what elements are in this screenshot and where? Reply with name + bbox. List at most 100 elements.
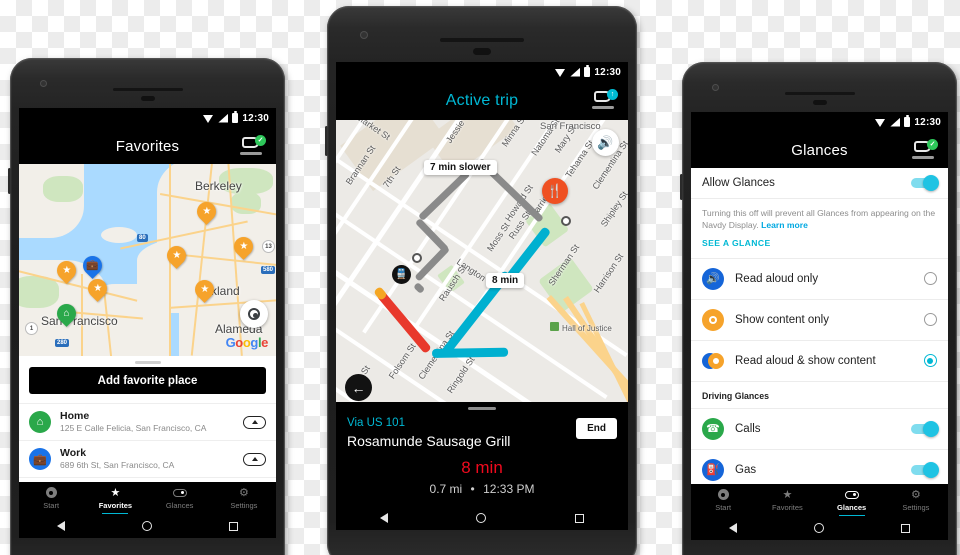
home-icon[interactable]	[141, 521, 152, 531]
home-icon[interactable]	[476, 513, 487, 523]
navdy-display-icon[interactable]: ✓	[240, 135, 266, 156]
list-item[interactable]: ⌂ Home 125 E Calle Felicia, San Francisc…	[19, 403, 276, 440]
start-icon	[45, 487, 57, 499]
route-alternate	[413, 282, 426, 294]
highway-shield: 13	[262, 240, 275, 253]
allow-glances-row[interactable]: Allow Glances	[691, 168, 948, 199]
allow-glances-toggle[interactable]	[911, 175, 939, 191]
app-bar-active-trip: Active trip ↑	[336, 82, 628, 120]
my-location-button[interactable]	[240, 300, 268, 328]
read-aloud-icon: 🔊	[702, 267, 724, 290]
place-label: San Francisco	[540, 121, 601, 132]
start-icon	[717, 489, 729, 501]
wifi-icon	[875, 118, 886, 127]
mode-row-show-content-only[interactable]: Show content only	[691, 300, 948, 341]
transit-icon[interactable]: 🚆	[392, 265, 411, 284]
mode-radio[interactable]	[924, 272, 937, 286]
home-icon[interactable]	[813, 523, 824, 533]
mode-radio[interactable]	[924, 313, 937, 327]
tab-favorites[interactable]: ★ Favorites	[755, 489, 819, 512]
list-item[interactable]: 💼 Work 689 6th St, San Francisco, CA	[19, 440, 276, 477]
favorite-address: 689 6th St, San Francisco, CA	[60, 460, 175, 471]
status-badge: ↑	[607, 89, 618, 100]
tab-settings[interactable]: ⚙ Settings	[884, 489, 948, 512]
phone-side-button[interactable]	[8, 168, 11, 194]
favorites-map[interactable]: Berkeley Oakland San Francisco Alameda 8…	[19, 164, 276, 356]
proximity-sensor-icon	[140, 96, 155, 101]
street-label: Tehama St	[563, 138, 596, 180]
glance-icon	[844, 489, 859, 501]
learn-more-link[interactable]: Learn more	[761, 220, 808, 230]
route-destination-dot	[561, 216, 571, 226]
trip-details: 0.7 mi • 12:33 PM	[336, 482, 628, 496]
tab-label: Start	[715, 502, 732, 512]
glance-label: Gas	[735, 463, 757, 476]
back-icon[interactable]	[57, 521, 66, 531]
page-title: Favorites	[115, 137, 180, 155]
glance-toggle[interactable]	[911, 461, 939, 478]
mode-label: Read aloud & show content	[735, 354, 876, 367]
back-button[interactable]: ←	[345, 374, 372, 401]
tab-label: Favorites	[771, 502, 803, 512]
bottom-tab-bar: Start ★ Favorites Glances ⚙ Settings	[19, 482, 276, 515]
tab-start[interactable]: Start	[19, 487, 83, 510]
sheet-drag-handle[interactable]	[134, 361, 161, 364]
android-navigation-bar	[691, 516, 948, 540]
send-to-display-button[interactable]	[243, 415, 266, 429]
google-logo: Google	[225, 335, 269, 350]
recents-icon[interactable]	[900, 523, 910, 533]
briefcase-icon: 💼	[29, 448, 51, 471]
status-bar: 12:30	[19, 108, 276, 128]
glance-row-calls[interactable]: ☎ Calls	[691, 409, 948, 450]
eye-icon	[702, 308, 724, 331]
navdy-display-icon[interactable]: ✓	[912, 139, 938, 160]
street-label: Ringold St	[445, 354, 477, 396]
glance-icon	[172, 487, 187, 499]
signal-icon	[570, 67, 581, 77]
trip-arrival: 12:33 PM	[483, 482, 535, 496]
section-title-driving-glances: Driving Glances	[691, 382, 948, 409]
tab-glances[interactable]: Glances	[820, 489, 884, 517]
tab-label: Settings	[230, 500, 258, 510]
glance-toggle[interactable]	[911, 420, 939, 437]
signal-icon	[218, 113, 229, 123]
back-icon[interactable]	[380, 513, 389, 523]
send-to-display-button[interactable]	[243, 452, 266, 466]
home-icon: ⌂	[29, 411, 51, 434]
navdy-display-icon[interactable]: ↑	[592, 89, 618, 110]
route-chip-alternate[interactable]: 7 min slower	[424, 160, 497, 175]
favorite-name: Home	[60, 410, 90, 422]
mode-row-read-aloud-and-show[interactable]: Read aloud & show content	[691, 341, 948, 382]
glances-settings-list[interactable]: Allow Glances Turning this off will prev…	[691, 168, 948, 484]
wifi-icon	[203, 114, 214, 123]
mode-label: Read aloud only	[735, 272, 819, 285]
tab-settings[interactable]: ⚙ Settings	[212, 487, 276, 510]
mode-radio-selected[interactable]	[924, 354, 937, 368]
route-chip-active[interactable]: 8 min	[486, 273, 525, 288]
end-trip-button[interactable]: End	[576, 418, 617, 440]
volume-button[interactable]: 🔊	[592, 129, 619, 156]
tab-glances[interactable]: Glances	[148, 487, 212, 510]
tab-label: Glances	[837, 502, 867, 512]
sheet-drag-handle[interactable]	[468, 407, 496, 411]
navigation-map[interactable]: Market St Jessie St Minna St Natoma St H…	[336, 120, 628, 410]
street-label: Harrison St	[591, 251, 626, 295]
highway-shield: 280	[55, 339, 70, 347]
back-icon[interactable]	[729, 523, 738, 533]
trip-panel: Via US 101 Rosamunde Sausage Grill End 8…	[336, 402, 628, 506]
gas-icon: ⛽	[702, 458, 724, 481]
see-a-glance-link[interactable]: SEE A GLANCE	[691, 234, 948, 259]
mode-row-read-aloud-only[interactable]: 🔊 Read aloud only	[691, 259, 948, 300]
star-icon: ★	[110, 487, 121, 499]
glance-row-gas[interactable]: ⛽ Gas	[691, 450, 948, 484]
tab-favorites[interactable]: ★ Favorites	[83, 487, 147, 515]
recents-icon[interactable]	[228, 521, 238, 531]
tab-start[interactable]: Start	[691, 489, 755, 512]
recents-icon[interactable]	[574, 513, 584, 523]
page-title: Glances	[791, 141, 848, 159]
phone-side-button[interactable]	[680, 174, 683, 200]
restaurant-icon[interactable]: 🍴	[542, 178, 568, 204]
add-favorite-place-button[interactable]: Add favorite place	[29, 367, 266, 394]
wifi-icon	[555, 68, 566, 77]
phone-side-button[interactable]	[325, 126, 328, 156]
